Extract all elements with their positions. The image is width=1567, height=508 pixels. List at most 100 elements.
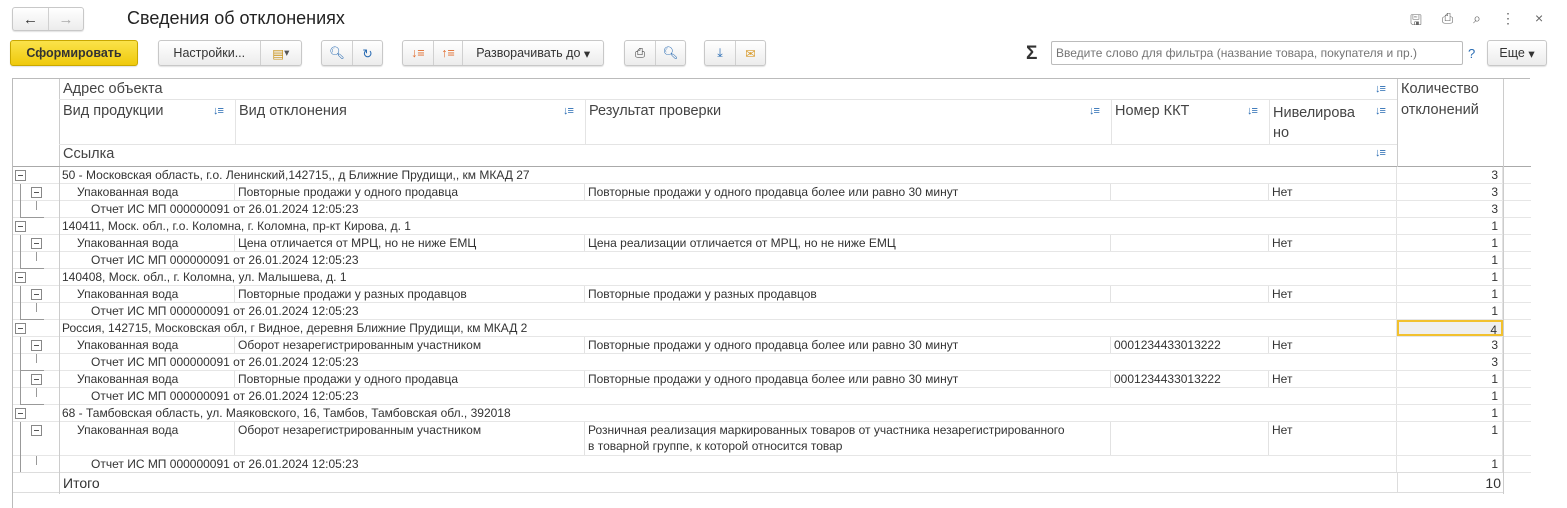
sort-icon[interactable]: ↓≡ bbox=[1375, 83, 1386, 95]
header-deviation[interactable]: Вид отклонения bbox=[239, 103, 347, 119]
reference-link[interactable]: Отчет ИС МП 000000091 от 26.01.2024 12:0… bbox=[59, 303, 1397, 319]
sort-icon[interactable]: ↓≡ bbox=[1375, 105, 1386, 117]
address-cell: 68 - Тамбовская область, ул. Маяковского… bbox=[59, 405, 1397, 421]
header-qty[interactable]: Количество отклонений bbox=[1401, 79, 1505, 121]
generate-button[interactable]: Сформировать bbox=[10, 40, 138, 66]
sort-icon[interactable]: ↓≡ bbox=[213, 105, 224, 117]
group-row[interactable]: 68 - Тамбовская область, ул. Маяковского… bbox=[13, 405, 1531, 422]
search-icon[interactable]: 🔍︎ bbox=[322, 46, 352, 61]
deviation-cell: Оборот незарегистрированным участником bbox=[235, 422, 585, 455]
result-line: в товарной группе, к которой относится т… bbox=[588, 439, 843, 453]
collapse-icon[interactable] bbox=[31, 187, 42, 198]
header-address[interactable]: Адрес объекта bbox=[63, 81, 163, 97]
forward-button[interactable]: → bbox=[47, 8, 83, 30]
variant-dropdown[interactable]: ▤ ▾ bbox=[259, 41, 301, 65]
expand-to-dropdown[interactable]: Разворачивать до ▾ bbox=[462, 41, 603, 65]
detail-row[interactable]: Упакованная вода Оборот незарегистрирован… bbox=[13, 422, 1531, 456]
save-icon[interactable]: 🖫 bbox=[1410, 10, 1422, 34]
qty-cell: 3 bbox=[1397, 354, 1503, 370]
expand-group: ↓≡ ↑≡ Разворачивать до ▾ bbox=[402, 40, 604, 66]
detail-row[interactable]: Упакованная вода Оборот незарегистрирован… bbox=[13, 337, 1531, 354]
reference-row[interactable]: Отчет ИС МП 000000091 от 26.01.2024 12:0… bbox=[13, 388, 1531, 405]
kkt-cell: 0001234433013222 bbox=[1111, 337, 1269, 353]
group-row[interactable]: 140408, Моск. обл., г. Коломна, ул. Малы… bbox=[13, 269, 1531, 286]
reference-link[interactable]: Отчет ИС МП 000000091 от 26.01.2024 12:0… bbox=[59, 201, 1397, 217]
reference-link[interactable]: Отчет ИС МП 000000091 от 26.01.2024 12:0… bbox=[59, 354, 1397, 370]
result-cell: Повторные продажи у одного продавца боле… bbox=[585, 371, 1111, 387]
detail-row[interactable]: Упакованная вода Повторные продажи у одно… bbox=[13, 184, 1531, 201]
detail-row[interactable]: Упакованная вода Повторные продажи у одно… bbox=[13, 371, 1531, 388]
print-icon[interactable]: ⎙ bbox=[625, 46, 655, 61]
result-line: Розничная реализация маркированных товар… bbox=[588, 423, 1065, 437]
reference-link[interactable]: Отчет ИС МП 000000091 от 26.01.2024 12:0… bbox=[59, 456, 1397, 472]
kkt-cell bbox=[1111, 235, 1269, 251]
report-table[interactable]: Адрес объекта Вид продукции Вид отклонен… bbox=[12, 78, 1531, 508]
expand-all-icon[interactable]: ↓≡ bbox=[403, 46, 433, 60]
mail-icon[interactable]: ✉ bbox=[734, 41, 765, 65]
collapse-icon[interactable] bbox=[31, 238, 42, 249]
header-product[interactable]: Вид продукции bbox=[63, 103, 163, 119]
reference-row[interactable]: Отчет ИС МП 000000091 от 26.01.2024 12:0… bbox=[13, 252, 1531, 269]
collapse-icon[interactable] bbox=[31, 374, 42, 385]
collapse-icon[interactable] bbox=[15, 170, 26, 181]
sort-icon[interactable]: ↓≡ bbox=[1247, 105, 1258, 117]
help-link[interactable]: ? bbox=[1468, 46, 1475, 61]
deviation-cell: Оборот незарегистрированным участником bbox=[235, 337, 585, 353]
more-vert-icon[interactable]: ⋮ bbox=[1501, 10, 1515, 34]
print-preview-icon[interactable]: 🔍︎ bbox=[654, 41, 685, 65]
collapse-icon[interactable] bbox=[31, 289, 42, 300]
detail-row[interactable]: Упакованная вода Повторные продажи у разн… bbox=[13, 286, 1531, 303]
search-reset-icon[interactable]: ↻ bbox=[351, 41, 382, 65]
total-row: Итого 10 bbox=[13, 472, 1503, 493]
preview-icon[interactable]: ⌕ bbox=[1473, 10, 1481, 34]
group-row[interactable]: Россия, 142715, Московская обл, г Видное… bbox=[13, 320, 1531, 337]
back-button[interactable]: ← bbox=[13, 11, 48, 28]
settings-group: Настройки... ▤ ▾ bbox=[158, 40, 302, 66]
sort-icon[interactable]: ↓≡ bbox=[1375, 147, 1386, 159]
qty-cell: 1 bbox=[1397, 371, 1503, 387]
deviation-cell: Цена отличается от МРЦ, но не ниже ЕМЦ bbox=[235, 235, 585, 251]
collapse-icon[interactable] bbox=[15, 408, 26, 419]
collapse-icon[interactable] bbox=[15, 272, 26, 283]
reference-row[interactable]: Отчет ИС МП 000000091 от 26.01.2024 12:0… bbox=[13, 354, 1531, 371]
detail-row[interactable]: Упакованная вода Цена отличается от МРЦ, … bbox=[13, 235, 1531, 252]
qty-cell: 1 bbox=[1397, 303, 1503, 319]
header-leveled[interactable]: Нивелирова но bbox=[1273, 103, 1371, 143]
qty-cell: 1 bbox=[1397, 269, 1503, 285]
qty-cell: 4 bbox=[1397, 320, 1503, 336]
reference-row[interactable]: Отчет ИС МП 000000091 от 26.01.2024 12:0… bbox=[13, 201, 1531, 218]
collapse-icon[interactable] bbox=[15, 323, 26, 334]
sort-icon[interactable]: ↓≡ bbox=[563, 105, 574, 117]
print-group: ⎙ 🔍︎ bbox=[624, 40, 686, 66]
product-cell: Упакованная вода bbox=[59, 184, 235, 200]
qty-cell: 1 bbox=[1397, 456, 1503, 472]
collapse-all-icon[interactable]: ↑≡ bbox=[432, 41, 463, 65]
print-icon[interactable]: ⎙ bbox=[1442, 10, 1453, 34]
sort-icon[interactable]: ↓≡ bbox=[1089, 105, 1100, 117]
download-icon[interactable]: ⤓ bbox=[705, 46, 735, 61]
leveled-cell: Нет bbox=[1269, 235, 1397, 251]
sum-icon[interactable]: Σ bbox=[1026, 43, 1037, 65]
reference-row[interactable]: Отчет ИС МП 000000091 от 26.01.2024 12:0… bbox=[13, 303, 1531, 320]
header-link[interactable]: Ссылка bbox=[63, 146, 114, 162]
group-row[interactable]: 50 - Московская область, г.о. Ленинский,… bbox=[13, 167, 1531, 184]
collapse-icon[interactable] bbox=[31, 425, 42, 436]
close-icon[interactable]: × bbox=[1535, 10, 1543, 34]
qty-cell: 1 bbox=[1397, 422, 1503, 455]
reference-link[interactable]: Отчет ИС МП 000000091 от 26.01.2024 12:0… bbox=[59, 252, 1397, 268]
collapse-icon[interactable] bbox=[31, 340, 42, 351]
qty-cell: 1 bbox=[1397, 218, 1503, 234]
qty-cell: 1 bbox=[1397, 286, 1503, 302]
header-kkt[interactable]: Номер ККТ bbox=[1115, 103, 1189, 119]
reference-link[interactable]: Отчет ИС МП 000000091 от 26.01.2024 12:0… bbox=[59, 388, 1397, 404]
product-cell: Упакованная вода bbox=[59, 337, 235, 353]
settings-button[interactable]: Настройки... bbox=[159, 46, 260, 60]
reference-row[interactable]: Отчет ИС МП 000000091 от 26.01.2024 12:0… bbox=[13, 456, 1531, 473]
filter-input[interactable] bbox=[1051, 41, 1463, 65]
more-button[interactable]: Еще ▾ bbox=[1487, 40, 1547, 66]
header-result[interactable]: Результат проверки bbox=[589, 103, 721, 119]
group-row[interactable]: 140411, Моск. обл., г.о. Коломна, г. Кол… bbox=[13, 218, 1531, 235]
collapse-icon[interactable] bbox=[15, 221, 26, 232]
qty-cell: 1 bbox=[1397, 235, 1503, 251]
deviation-cell: Повторные продажи у одного продавца bbox=[235, 184, 585, 200]
